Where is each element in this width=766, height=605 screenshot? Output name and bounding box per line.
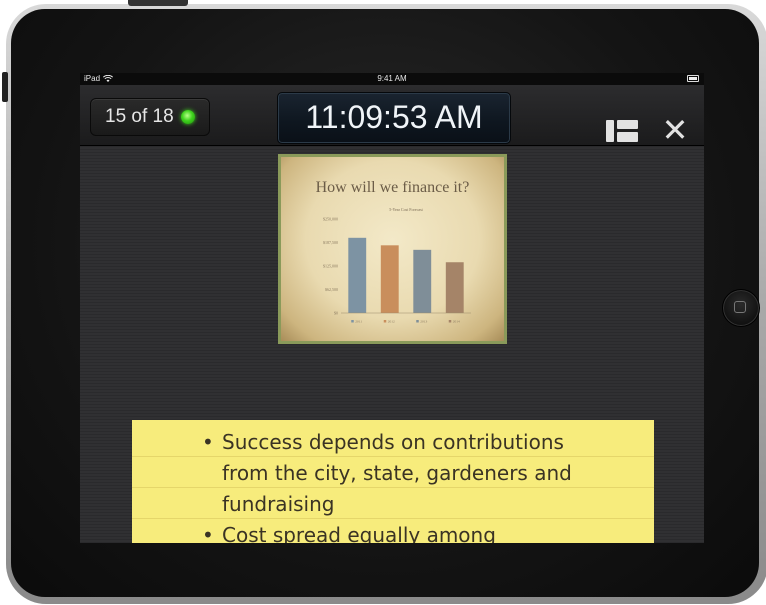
- note-item: Cost spread equally among stakeholders: [202, 520, 592, 543]
- home-square-icon: [734, 301, 746, 313]
- bar-chart: 5-Year Cost Forecast $250,000 $187,500 $125…: [323, 207, 471, 324]
- legend-label: 2014: [453, 320, 460, 324]
- legend-swatch: [416, 320, 419, 323]
- outline-bar-left: [606, 120, 614, 142]
- chart-bar: [445, 262, 464, 313]
- chart-bar: [380, 245, 399, 313]
- legend-label: 2011: [355, 320, 362, 324]
- slide-outline-icon[interactable]: [606, 120, 638, 142]
- current-slide-thumbnail[interactable]: How will we finance it? 5-Year Cost Fore…: [278, 154, 507, 344]
- legend-label: 2013: [420, 320, 427, 324]
- y-tick-label: $62,500: [325, 287, 338, 293]
- slide-counter-label: 15 of 18: [105, 106, 174, 127]
- status-time: 9:41 AM: [377, 74, 407, 83]
- chart-bar: [348, 237, 367, 313]
- side-switch: [2, 72, 8, 102]
- slide-paper: How will we finance it? 5-Year Cost Fore…: [281, 157, 504, 341]
- chart-bar: [413, 249, 432, 313]
- notes-list: Success depends on contributions from th…: [202, 427, 592, 543]
- y-tick-label: $125,000: [323, 264, 338, 270]
- presenter-toolbar: 15 of 18 11:09:53 AM ✕: [80, 85, 704, 146]
- chart-title: 5-Year Cost Forecast: [389, 207, 423, 212]
- legend-label: 2012: [388, 320, 395, 324]
- sleep-button: [128, 0, 188, 6]
- y-tick-label: $187,500: [323, 240, 338, 246]
- outline-bar-top: [617, 120, 638, 129]
- status-indicator-icon: [181, 110, 195, 124]
- close-icon[interactable]: ✕: [660, 114, 690, 146]
- slide-counter[interactable]: 15 of 18: [90, 98, 210, 136]
- legend-swatch: [351, 320, 354, 323]
- clock-display[interactable]: 11:09:53 AM: [277, 92, 511, 144]
- outline-bar-bottom: [617, 132, 638, 142]
- note-item: Success depends on contributions from th…: [202, 427, 592, 520]
- presenter-content: How will we finance it? 5-Year Cost Fore…: [80, 146, 704, 543]
- slide-title: How will we finance it?: [315, 179, 470, 196]
- screen: iPad 9:41 AM 15 of 18 11:09:53 AM ✕ How …: [80, 73, 704, 543]
- y-tick-label: $0: [334, 311, 338, 316]
- y-tick-label: $250,000: [323, 217, 338, 223]
- home-button[interactable]: [722, 289, 760, 327]
- status-bar: iPad 9:41 AM: [80, 73, 704, 85]
- presenter-notes[interactable]: Success depends on contributions from th…: [132, 420, 654, 543]
- legend-swatch: [383, 320, 387, 323]
- battery-icon: [687, 75, 699, 82]
- legend-swatch: [448, 320, 452, 323]
